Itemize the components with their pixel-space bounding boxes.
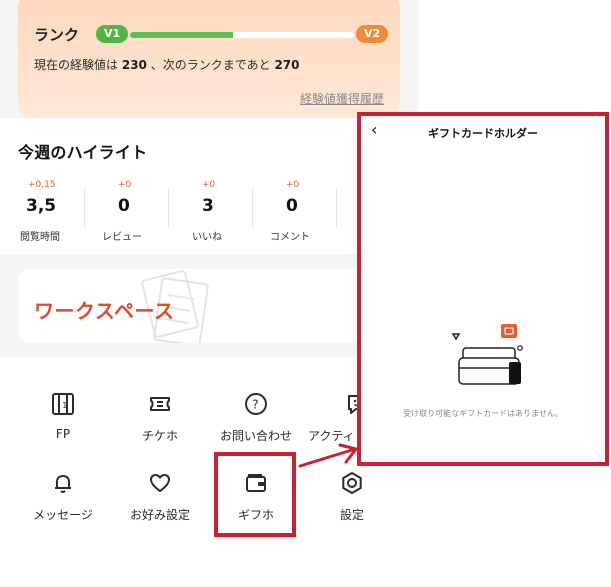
current-level-badge: V1 (96, 25, 129, 43)
metric-label: 閲覧時間 (20, 232, 60, 243)
svg-text:?: ? (252, 398, 258, 412)
annotated-screenshot: ランク V1 V2 現在の経験値は 230 、次のランクまであと 270 経験値… (0, 0, 611, 587)
exp-current-value: 230 (121, 58, 147, 72)
menu-label: FP (55, 427, 71, 441)
menu-item-ticket[interactable]: チケホ (112, 391, 208, 469)
metric-value: 3,5 (26, 196, 57, 216)
mypage-screen: ランク V1 V2 現在の経験値は 230 、次のランクまであと 270 経験値… (0, 0, 418, 587)
experience-history-link[interactable]: 経験値獲得履歴 (300, 90, 384, 107)
gift-card-holder-title: ギフトカードホルダー (428, 127, 538, 140)
menu-label: お問い合わせ (219, 429, 292, 443)
metric-value: 0 (286, 196, 298, 216)
menu-item-favorites[interactable]: お好み設定 (112, 470, 208, 548)
experience-summary: 現在の経験値は 230 、次のランクまであと 270 (34, 56, 300, 73)
metric-divider (336, 188, 337, 228)
fp-card-icon: 1 (50, 391, 76, 417)
heart-icon (147, 470, 173, 496)
menu-label: チケホ (141, 429, 178, 443)
rank-card: ランク V1 V2 現在の経験値は 230 、次のランクまであと 270 経験値… (18, 0, 400, 120)
metric-divider (168, 188, 169, 228)
metric-delta: +0 (202, 180, 216, 190)
metric-likes[interactable]: +0 3 いいね (188, 180, 272, 243)
annotation-arrow (298, 443, 358, 468)
metric-view-time[interactable]: +0,15 3,5 閲覧時間 (18, 180, 102, 243)
empty-state-message: 受け取り可能なギフトカードはありません。 (403, 409, 563, 418)
menu-item-messages[interactable]: メッセージ (15, 470, 111, 548)
exp-middle: 、次のランクまであと (150, 58, 271, 72)
empty-wallet-illustration (451, 324, 523, 385)
weekly-highlights-card: 今週のハイライト +0,15 3,5 閲覧時間 +0 0 レビュー +0 3 い… (0, 118, 418, 254)
metric-value: 0 (118, 196, 130, 216)
metric-divider (252, 188, 253, 228)
metric-label: いいね (192, 232, 222, 243)
menu-label: お好み設定 (129, 508, 190, 522)
rank-title: ランク (34, 26, 80, 44)
metric-label: レビュー (102, 232, 142, 243)
metric-comments[interactable]: +0 0 コメント (270, 180, 354, 243)
menu-item-settings[interactable]: 設定 (304, 470, 400, 548)
svg-text:1: 1 (62, 401, 67, 410)
gift-card-holder-panel: ‹ ギフトカードホルダー 受け取り可能なギフトカードはありません。 (357, 112, 609, 466)
help-circle-icon: ? (243, 391, 269, 417)
menu-label: 設定 (339, 508, 364, 522)
exp-prefix: 現在の経験値は (34, 58, 119, 72)
menu-label: メッセージ (33, 508, 93, 522)
metric-delta: +0 (286, 180, 300, 190)
metric-label: コメント (270, 232, 310, 243)
workspace-card[interactable]: ワークスペース (18, 269, 400, 343)
workspace-title: ワークスペース (34, 299, 175, 323)
weekly-highlights-title: 今週のハイライト (18, 143, 148, 162)
exp-remaining-value: 270 (274, 58, 300, 72)
gift-menu-highlight-box (214, 452, 296, 537)
next-level-badge: V2 (356, 25, 389, 43)
metric-reviews[interactable]: +0 0 レビュー (102, 180, 186, 243)
ticket-icon (147, 391, 173, 417)
bell-icon (50, 470, 76, 496)
metric-divider (84, 188, 85, 228)
metric-delta: +0 (118, 180, 132, 190)
menu-item-fp[interactable]: 1 FP (15, 391, 111, 469)
metric-delta: +0,15 (28, 180, 56, 190)
metric-value: 3 (202, 196, 214, 216)
rank-progress-fill (130, 32, 234, 38)
rank-progress-bar (130, 32, 354, 38)
